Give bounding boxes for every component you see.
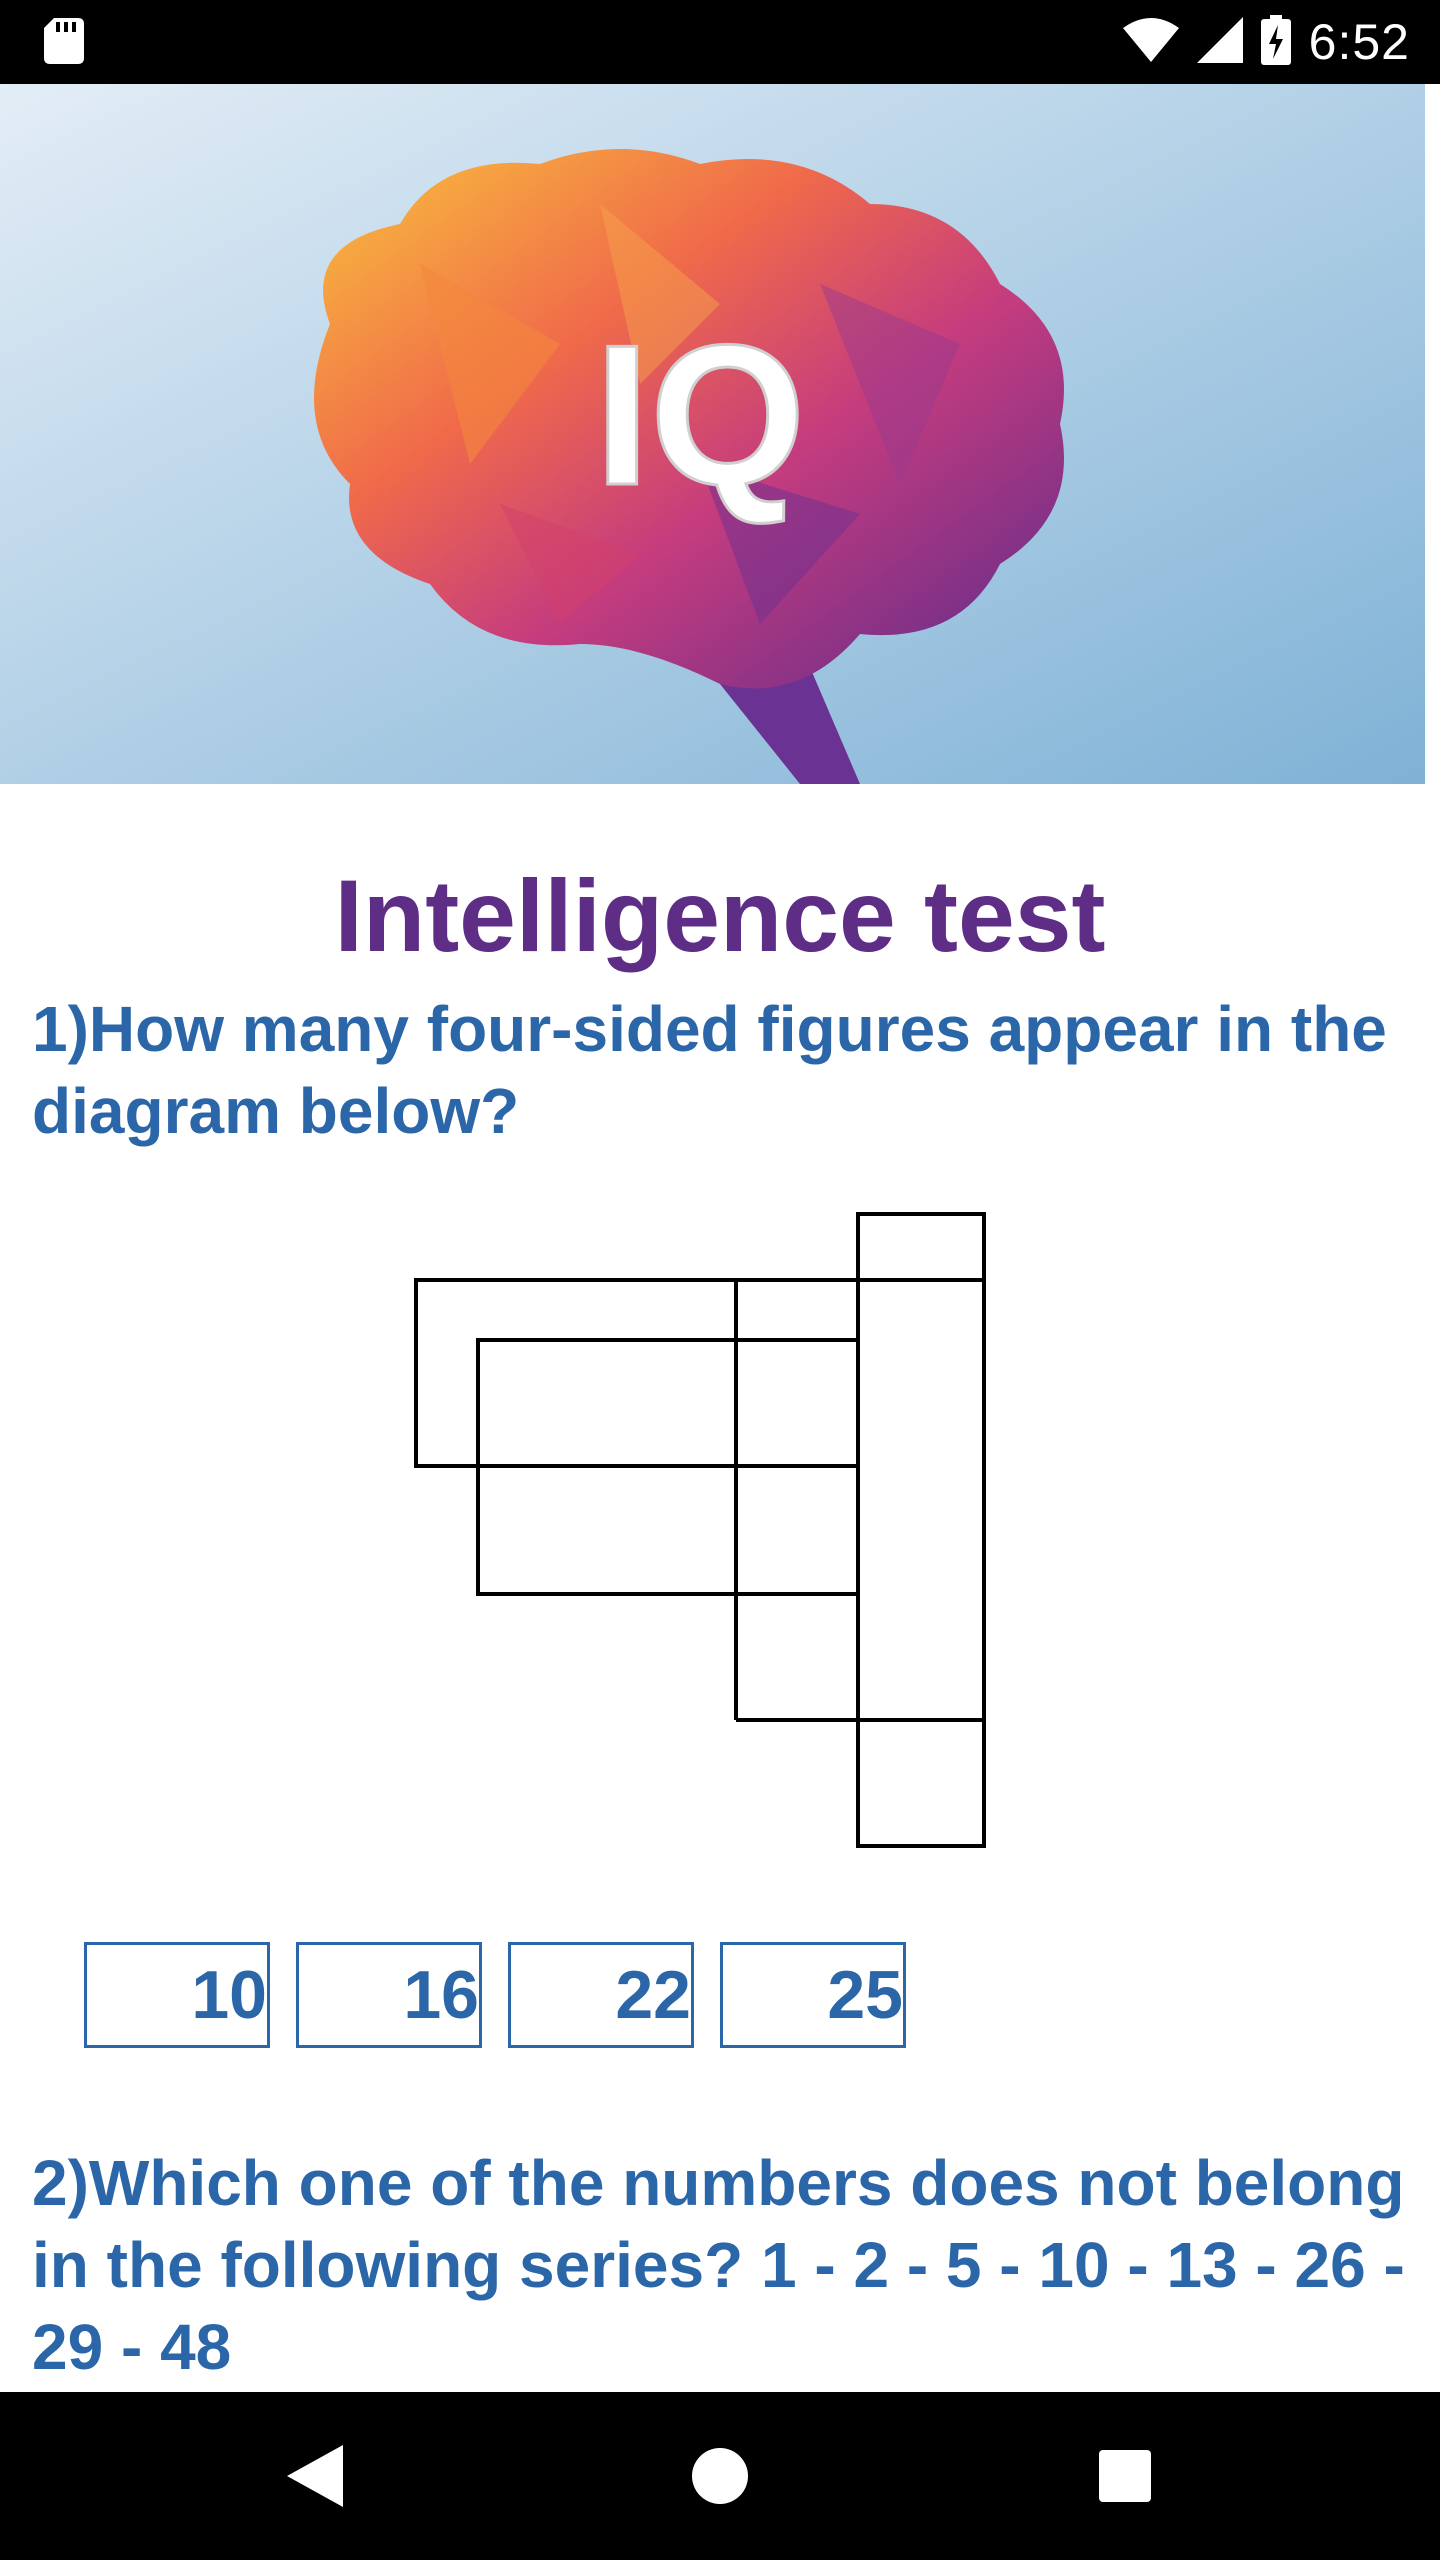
iq-logo-text: IQ [594,304,805,527]
page-title: Intelligence test [334,859,1106,973]
navigation-bar [0,2392,1440,2560]
answer-option-25[interactable]: 25 [720,1942,906,2048]
quadrilateral-diagram [400,1200,1020,1865]
wifi-icon [1122,17,1179,67]
question-2-text: 2)Which one of the numbers does not belo… [32,2147,1405,2383]
cell-signal-icon [1196,16,1243,68]
sd-card-icon [44,18,84,69]
status-bar: 6:52 [0,0,1440,84]
battery-charging-icon [1260,14,1291,70]
back-icon[interactable] [275,2436,355,2516]
recents-icon[interactable] [1085,2436,1165,2516]
iq-brain-banner: IQ [0,84,1440,784]
question-1-text: 1)How many four-sided figures appear in … [32,993,1387,1147]
answer-options: 10 16 22 25 [84,1942,906,2048]
answer-option-10[interactable]: 10 [84,1942,270,2048]
status-time: 6:52 [1308,14,1410,70]
answer-option-16[interactable]: 16 [296,1942,482,2048]
home-icon[interactable] [680,2436,760,2516]
answer-option-22[interactable]: 22 [508,1942,694,2048]
